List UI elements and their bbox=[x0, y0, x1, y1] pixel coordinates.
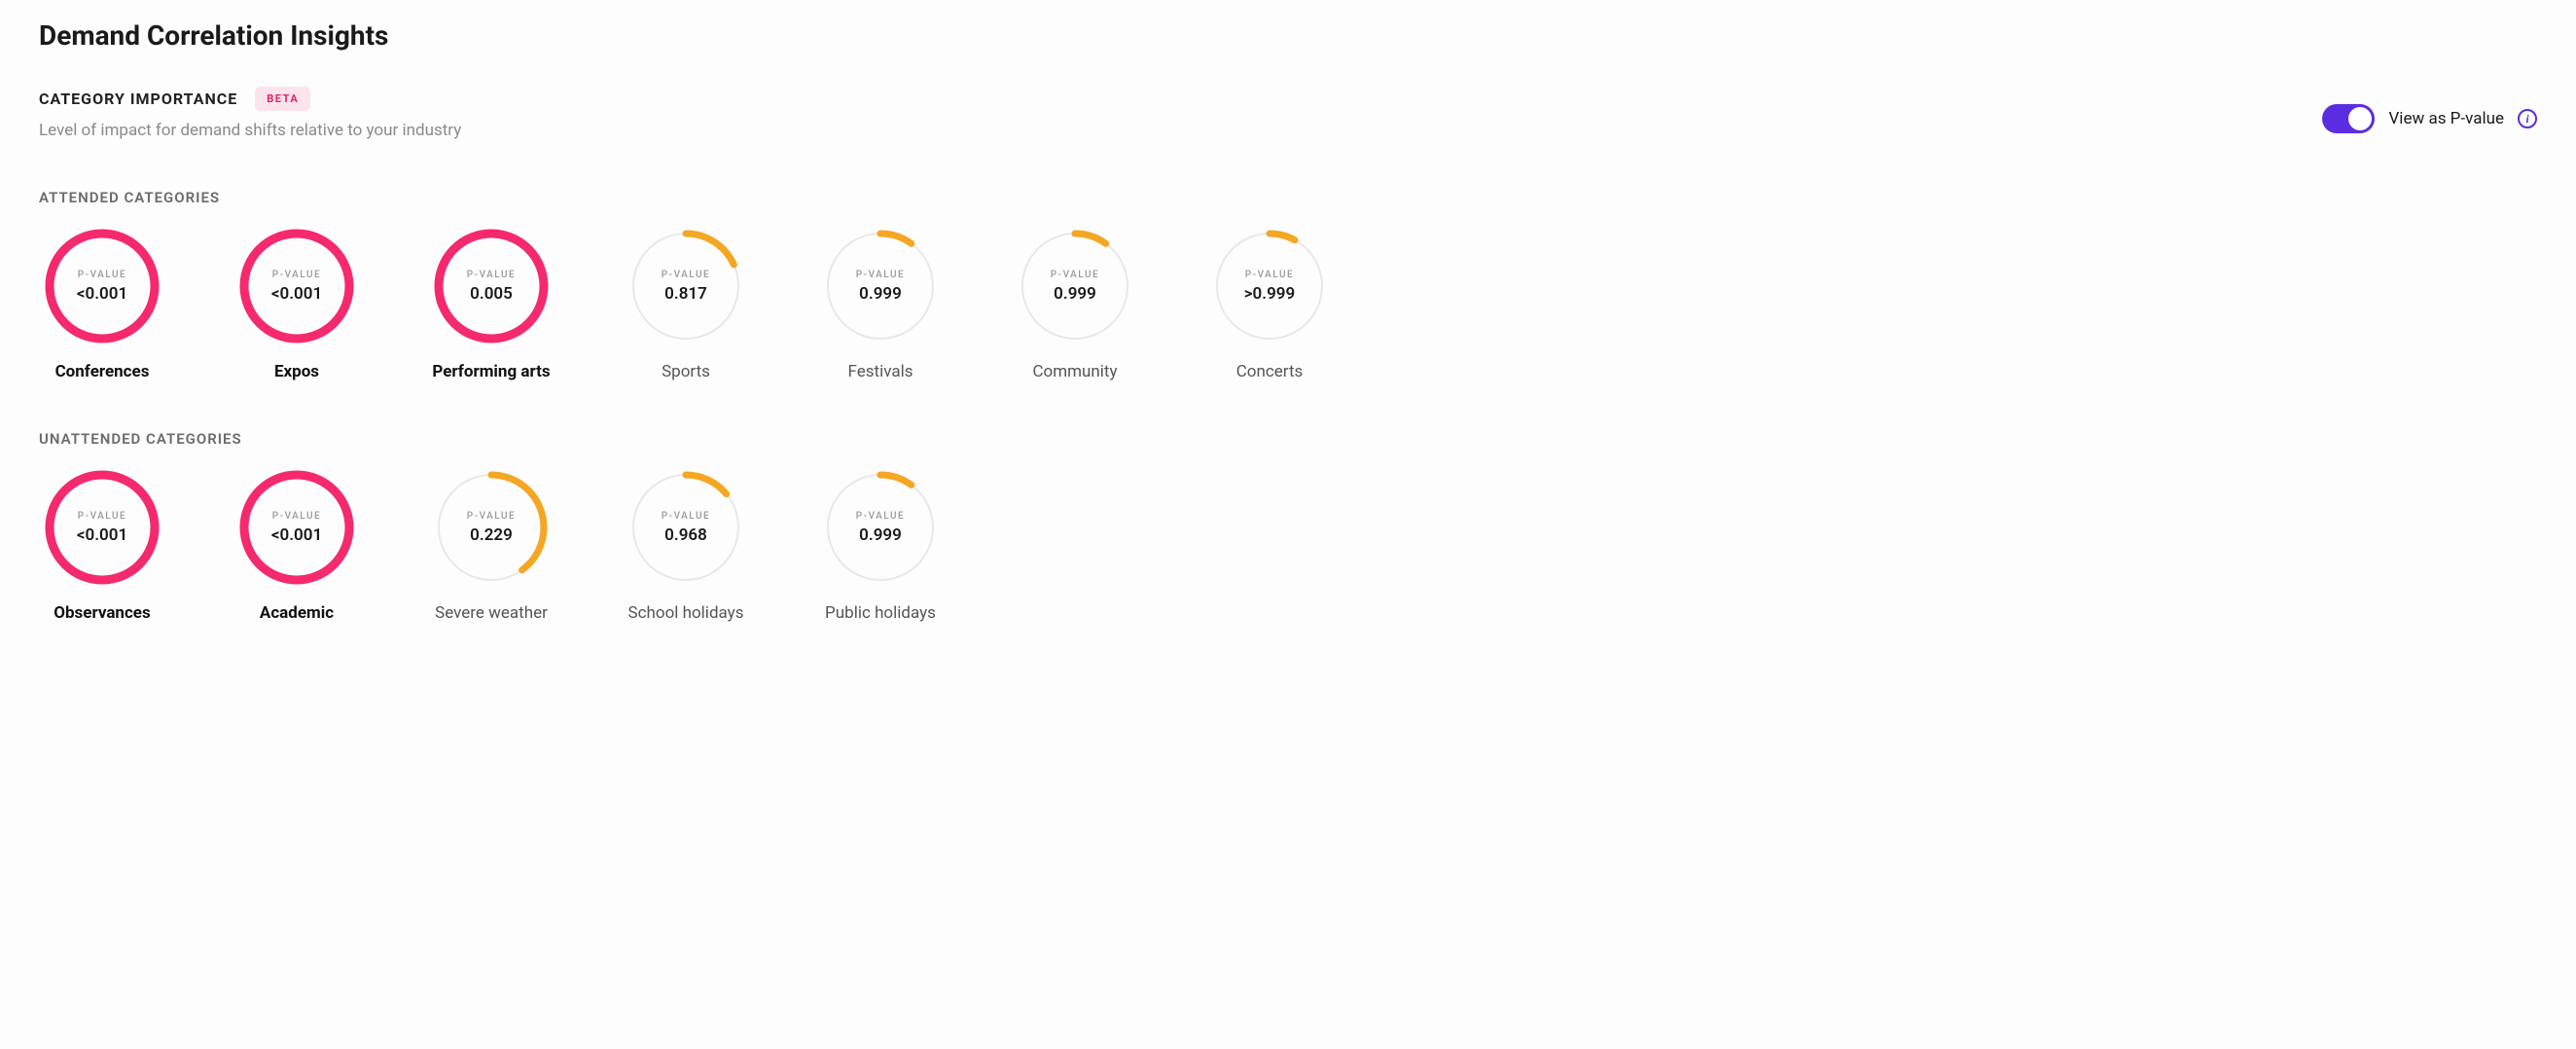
pvalue-value: <0.001 bbox=[271, 525, 322, 545]
category-card[interactable]: P-VALUE <0.001 Observances bbox=[39, 469, 165, 623]
pvalue-value: 0.999 bbox=[859, 284, 902, 304]
category-label: Academic bbox=[260, 603, 334, 623]
group-title: UNATTENDED CATEGORIES bbox=[39, 430, 2537, 448]
ring-center: P-VALUE <0.001 bbox=[238, 228, 355, 344]
category-card[interactable]: P-VALUE 0.817 Sports bbox=[623, 228, 749, 381]
category-label: Festivals bbox=[848, 362, 913, 381]
category-label: Conferences bbox=[55, 362, 150, 381]
ring-center: P-VALUE 0.999 bbox=[822, 469, 939, 586]
category-importance-title: CATEGORY IMPORTANCE bbox=[39, 90, 237, 108]
info-icon[interactable]: i bbox=[2518, 109, 2537, 128]
category-label: Sports bbox=[662, 362, 710, 381]
category-label: Severe weather bbox=[435, 603, 548, 623]
ring-center: P-VALUE 0.968 bbox=[627, 469, 744, 586]
pvalue-label: P-VALUE bbox=[856, 270, 905, 280]
category-card[interactable]: P-VALUE 0.999 Community bbox=[1012, 228, 1138, 381]
pvalue-value: 0.817 bbox=[664, 284, 707, 304]
category-label: Observances bbox=[54, 603, 150, 623]
ring-center: P-VALUE 0.999 bbox=[1017, 228, 1133, 344]
pvalue-value: 0.005 bbox=[470, 284, 513, 304]
pvalue-ring: P-VALUE <0.001 bbox=[44, 228, 161, 344]
category-card[interactable]: P-VALUE 0.229 Severe weather bbox=[428, 469, 555, 623]
pvalue-ring: P-VALUE <0.001 bbox=[238, 469, 355, 586]
category-card[interactable]: P-VALUE 0.005 Performing arts bbox=[428, 228, 555, 381]
pvalue-toggle-label: View as P-value bbox=[2388, 109, 2504, 128]
ring-center: P-VALUE <0.001 bbox=[44, 228, 161, 344]
group-title: ATTENDED CATEGORIES bbox=[39, 189, 2537, 206]
pvalue-toggle[interactable] bbox=[2322, 104, 2375, 133]
pvalue-label: P-VALUE bbox=[1245, 270, 1294, 280]
category-card[interactable]: P-VALUE 0.999 Public holidays bbox=[817, 469, 944, 623]
pvalue-label: P-VALUE bbox=[467, 270, 516, 280]
category-label: School holidays bbox=[628, 603, 744, 623]
pvalue-ring: P-VALUE 0.999 bbox=[822, 469, 939, 586]
beta-badge: BETA bbox=[255, 87, 310, 111]
pvalue-ring: P-VALUE 0.817 bbox=[627, 228, 744, 344]
ring-center: P-VALUE >0.999 bbox=[1211, 228, 1328, 344]
category-label: Public holidays bbox=[825, 603, 936, 623]
pvalue-value: <0.001 bbox=[77, 284, 127, 304]
pvalue-label: P-VALUE bbox=[467, 511, 516, 522]
category-label: Expos bbox=[274, 362, 319, 381]
card-row: P-VALUE <0.001 Observances P-VALUE <0.001 Aca… bbox=[39, 469, 2537, 623]
category-importance-subtitle: Level of impact for demand shifts relati… bbox=[39, 121, 461, 140]
pvalue-ring: P-VALUE 0.999 bbox=[822, 228, 939, 344]
category-importance-left: CATEGORY IMPORTANCE BETA Level of impact… bbox=[39, 87, 461, 140]
category-card[interactable]: P-VALUE <0.001 Expos bbox=[233, 228, 360, 381]
category-label: Performing arts bbox=[432, 362, 550, 381]
pvalue-value: 0.229 bbox=[470, 525, 513, 545]
pvalue-ring: P-VALUE 0.229 bbox=[433, 469, 550, 586]
ring-center: P-VALUE 0.817 bbox=[627, 228, 744, 344]
pvalue-label: P-VALUE bbox=[856, 511, 905, 522]
pvalue-value: 0.999 bbox=[1054, 284, 1096, 304]
category-card[interactable]: P-VALUE 0.999 Festivals bbox=[817, 228, 944, 381]
ring-center: P-VALUE 0.229 bbox=[433, 469, 550, 586]
ring-center: P-VALUE 0.999 bbox=[822, 228, 939, 344]
pvalue-ring: P-VALUE 0.968 bbox=[627, 469, 744, 586]
ring-center: P-VALUE <0.001 bbox=[44, 469, 161, 586]
page-title: Demand Correlation Insights bbox=[39, 19, 2537, 52]
pvalue-value: >0.999 bbox=[1244, 284, 1296, 304]
pvalue-label: P-VALUE bbox=[272, 511, 321, 522]
pvalue-ring: P-VALUE >0.999 bbox=[1211, 228, 1328, 344]
pvalue-ring: P-VALUE <0.001 bbox=[44, 469, 161, 586]
pvalue-label: P-VALUE bbox=[78, 270, 126, 280]
category-card[interactable]: P-VALUE <0.001 Conferences bbox=[39, 228, 165, 381]
pvalue-label: P-VALUE bbox=[78, 511, 126, 522]
category-card[interactable]: P-VALUE >0.999 Concerts bbox=[1206, 228, 1333, 381]
pvalue-value: 0.999 bbox=[859, 525, 902, 545]
category-card[interactable]: P-VALUE <0.001 Academic bbox=[233, 469, 360, 623]
category-label: Community bbox=[1032, 362, 1117, 381]
card-row: P-VALUE <0.001 Conferences P-VALUE <0.001 Exp… bbox=[39, 228, 2537, 381]
pvalue-label: P-VALUE bbox=[662, 270, 710, 280]
category-importance-header: CATEGORY IMPORTANCE BETA Level of impact… bbox=[39, 87, 2537, 140]
ring-center: P-VALUE <0.001 bbox=[238, 469, 355, 586]
title-badge-row: CATEGORY IMPORTANCE BETA bbox=[39, 87, 461, 111]
pvalue-label: P-VALUE bbox=[272, 270, 321, 280]
pvalue-toggle-area: View as P-value i bbox=[2322, 104, 2537, 133]
pvalue-label: P-VALUE bbox=[1051, 270, 1099, 280]
pvalue-value: <0.001 bbox=[271, 284, 322, 304]
pvalue-ring: P-VALUE 0.005 bbox=[433, 228, 550, 344]
pvalue-ring: P-VALUE <0.001 bbox=[238, 228, 355, 344]
category-label: Concerts bbox=[1236, 362, 1304, 381]
pvalue-label: P-VALUE bbox=[662, 511, 710, 522]
category-card[interactable]: P-VALUE 0.968 School holidays bbox=[623, 469, 749, 623]
pvalue-value: <0.001 bbox=[77, 525, 127, 545]
pvalue-ring: P-VALUE 0.999 bbox=[1017, 228, 1133, 344]
ring-center: P-VALUE 0.005 bbox=[433, 228, 550, 344]
pvalue-value: 0.968 bbox=[664, 525, 707, 545]
toggle-knob bbox=[2348, 107, 2372, 130]
